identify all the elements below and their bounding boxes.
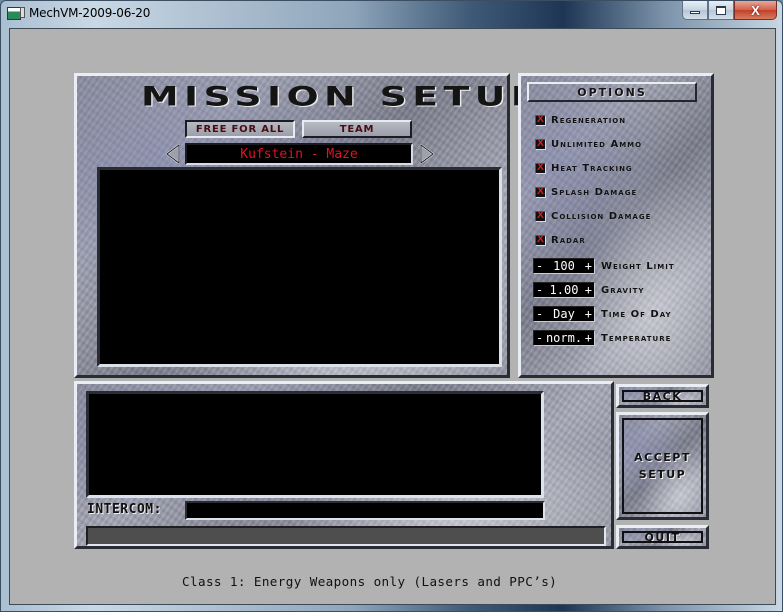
time-of-day-stepper[interactable]: - Day + [533, 306, 595, 322]
option-label: Splash Damage [551, 186, 638, 198]
checkbox-x-icon: X [537, 138, 544, 149]
regeneration-checkbox[interactable]: X [535, 114, 546, 126]
unlimited-ammo-checkbox[interactable]: X [535, 138, 546, 150]
setting-label: Temperature [601, 332, 672, 344]
setting-label: Time Of Day [601, 308, 672, 320]
close-button[interactable]: X [734, 1, 777, 20]
option-label: Radar [551, 234, 586, 246]
free-for-all-button[interactable]: FREE FOR ALL [185, 120, 295, 138]
minimize-icon [690, 11, 700, 14]
maximize-icon [716, 5, 726, 15]
option-label: Regeneration [551, 114, 627, 126]
map-preview [97, 167, 502, 367]
decrement-button[interactable]: - [536, 283, 543, 297]
checkbox-x-icon: X [537, 114, 544, 125]
page-title: MISSION SETUP [141, 81, 544, 113]
minimize-button[interactable] [682, 1, 708, 20]
time-of-day-setting: - Day + Time Of Day [533, 306, 672, 322]
setting-label: Weight Limit [601, 260, 675, 272]
triangle-right-icon [420, 144, 435, 164]
checkbox-x-icon: X [537, 186, 544, 197]
team-button[interactable]: TEAM [302, 120, 412, 138]
radar-checkbox[interactable]: X [535, 234, 546, 246]
back-button[interactable]: BACK [616, 384, 709, 408]
increment-button[interactable]: + [585, 331, 592, 345]
splash-damage-checkbox[interactable]: X [535, 186, 546, 198]
checkbox-x-icon: X [537, 210, 544, 221]
previous-map-button[interactable] [164, 143, 182, 165]
app-icon [7, 7, 25, 20]
weight-limit-stepper[interactable]: - 100 + [533, 258, 595, 274]
checkbox-x-icon: X [537, 234, 544, 245]
chat-log [86, 391, 544, 498]
map-panel: MISSION SETUP FREE FOR ALL TEAM Kufstein… [74, 73, 538, 378]
options-panel: OPTIONS X Regeneration X Unlimited Ammo … [518, 73, 714, 378]
option-unlimited-ammo[interactable]: X Unlimited Ammo [535, 137, 642, 151]
option-label: Heat Tracking [551, 162, 633, 174]
chat-panel: INTERCOM: [74, 381, 614, 549]
collision-damage-checkbox[interactable]: X [535, 210, 546, 222]
decrement-button[interactable]: - [536, 331, 543, 345]
stepper-value: norm. [545, 331, 583, 345]
client-area: MISSION SETUP FREE FOR ALL TEAM Kufstein… [9, 28, 776, 605]
option-collision-damage[interactable]: X Collision Damage [535, 209, 651, 223]
option-heat-tracking[interactable]: X Heat Tracking [535, 161, 633, 175]
app-window: MechVM-2009-06-20 X MISSION SETUP FREE F… [0, 0, 783, 612]
weight-limit-setting: - 100 + Weight Limit [533, 258, 675, 274]
button-frame [622, 418, 703, 514]
increment-button[interactable]: + [585, 259, 592, 273]
checkbox-x-icon: X [537, 162, 544, 173]
options-header: OPTIONS [527, 82, 697, 102]
close-icon: X [751, 2, 760, 18]
option-splash-damage[interactable]: X Splash Damage [535, 185, 637, 199]
stepper-value: Day [553, 307, 575, 321]
mission-setup-panel: MISSION SETUP FREE FOR ALL TEAM Kufstein… [74, 73, 714, 378]
quit-button[interactable]: QUIT [616, 525, 709, 549]
intercom-input[interactable] [185, 501, 545, 520]
button-frame [622, 531, 703, 543]
gravity-setting: - 1.00 + Gravity [533, 282, 645, 298]
increment-button[interactable]: + [585, 307, 592, 321]
window-title: MechVM-2009-06-20 [29, 6, 151, 20]
temperature-stepper[interactable]: - norm. + [533, 330, 595, 346]
map-name-display: Kufstein - Maze [185, 143, 413, 165]
title-bar[interactable]: MechVM-2009-06-20 X [1, 1, 782, 27]
intercom-label: INTERCOM: [87, 502, 162, 517]
accept-setup-button[interactable]: ACCEPT SETUP [616, 412, 709, 520]
temperature-setting: - norm. + Temperature [533, 330, 672, 346]
heat-tracking-checkbox[interactable]: X [535, 162, 546, 174]
triangle-left-icon [165, 144, 180, 164]
decrement-button[interactable]: - [536, 259, 543, 273]
stepper-value: 1.00 [549, 283, 579, 297]
option-label: Unlimited Ammo [551, 138, 643, 150]
button-frame [622, 390, 703, 402]
decrement-button[interactable]: - [536, 307, 543, 321]
window-controls: X [682, 1, 777, 20]
class-description: Class 1: Energy Weapons only (Lasers and… [182, 574, 558, 589]
increment-button[interactable]: + [585, 283, 592, 297]
option-regeneration[interactable]: X Regeneration [535, 113, 626, 127]
stepper-value: 100 [553, 259, 575, 273]
maximize-button[interactable] [708, 1, 734, 20]
gravity-stepper[interactable]: - 1.00 + [533, 282, 595, 298]
setting-label: Gravity [601, 284, 645, 296]
option-radar[interactable]: X Radar [535, 233, 586, 247]
next-map-button[interactable] [418, 143, 436, 165]
status-bar [86, 526, 606, 546]
option-label: Collision Damage [551, 210, 652, 222]
